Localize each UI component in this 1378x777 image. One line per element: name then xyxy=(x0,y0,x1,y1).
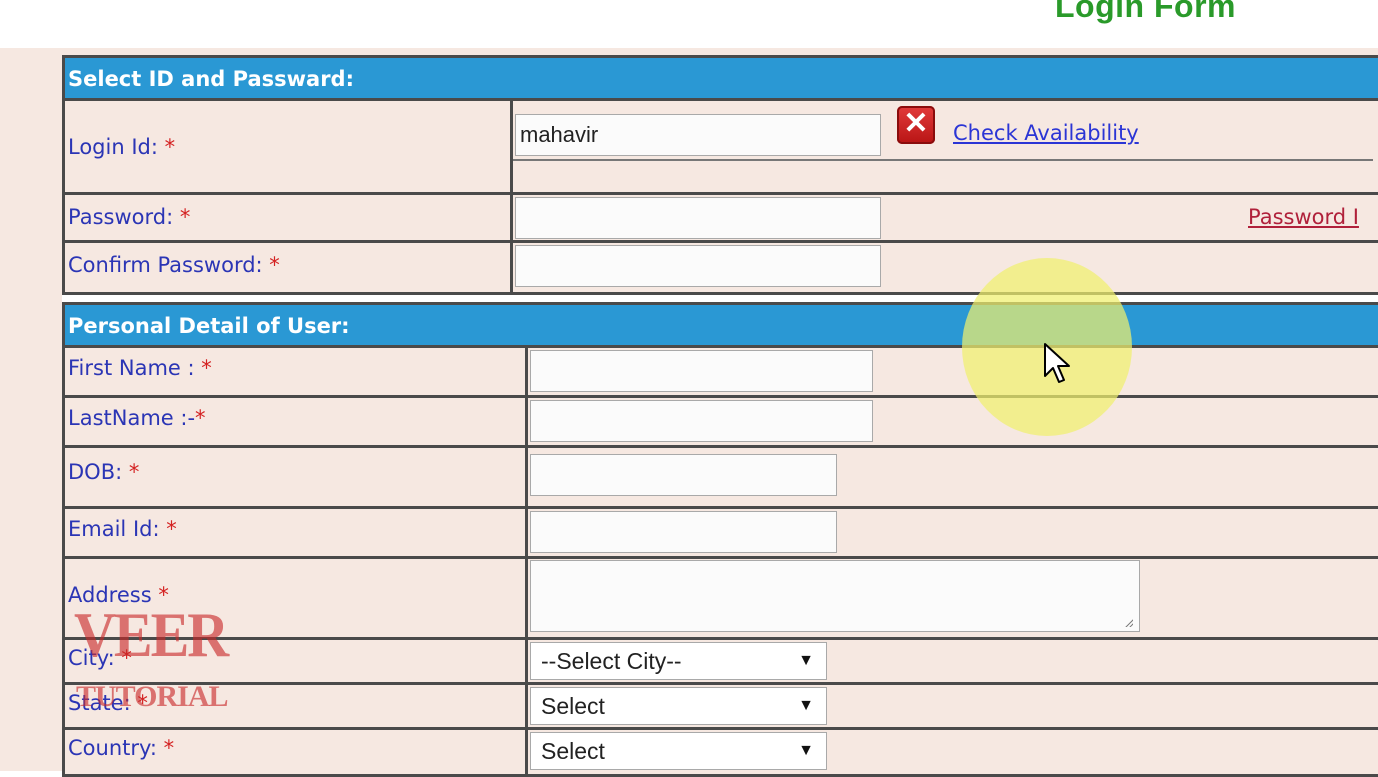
login-section-header: Select ID and Passward: xyxy=(65,58,1378,101)
first-name-input[interactable] xyxy=(530,350,873,392)
column-divider xyxy=(525,509,528,556)
personal-detail-section: Personal Detail of User: First Name : * … xyxy=(62,302,1378,777)
dob-label: DOB: * xyxy=(68,460,140,484)
login-id-input[interactable] xyxy=(515,114,881,156)
last-name-label: LastName :-* xyxy=(68,406,206,430)
email-row: Email Id: * xyxy=(65,509,1378,559)
triangle-down-icon: ▼ xyxy=(798,697,814,714)
check-availability-link[interactable]: Check Availability xyxy=(953,121,1139,145)
city-select[interactable]: --Select City-- ▼ xyxy=(530,642,827,680)
inner-divider xyxy=(513,159,1373,161)
state-select[interactable]: Select ▼ xyxy=(530,687,827,725)
password-row: Password: * Password I xyxy=(65,195,1378,243)
column-divider xyxy=(510,243,513,295)
address-row: Address * xyxy=(65,559,1378,640)
first-name-label: First Name : * xyxy=(68,356,212,380)
column-divider xyxy=(525,685,528,727)
triangle-down-icon: ▼ xyxy=(798,742,814,759)
triangle-down-icon: ▼ xyxy=(798,652,814,669)
column-divider xyxy=(525,559,528,637)
login-id-row: Login Id: * ✕ Check Availability xyxy=(65,101,1378,195)
first-name-row: First Name : * xyxy=(65,348,1378,398)
city-select-value: --Select City-- xyxy=(541,648,682,674)
column-divider xyxy=(525,730,528,777)
page-left-margin xyxy=(0,48,62,771)
state-row: State: * Select ▼ xyxy=(65,685,1378,730)
last-name-input[interactable] xyxy=(530,400,873,442)
confirm-password-label: Confirm Password: * xyxy=(68,253,280,277)
address-textarea[interactable] xyxy=(530,560,1140,632)
dob-input[interactable] xyxy=(530,454,837,496)
confirm-password-row: Confirm Password: * xyxy=(65,243,1378,295)
password-strength-link[interactable]: Password I xyxy=(1248,205,1359,229)
column-divider xyxy=(525,398,528,445)
country-select[interactable]: Select ▼ xyxy=(530,732,827,770)
cursor-arrow-icon xyxy=(1044,343,1070,383)
password-label: Password: * xyxy=(68,205,191,229)
country-row: Country: * Select ▼ xyxy=(65,730,1378,777)
column-divider xyxy=(510,195,513,240)
watermark-logo-top: VEER xyxy=(74,598,229,671)
watermark-logo-bottom: TUTORIAL xyxy=(76,680,228,713)
resize-handle-icon[interactable] xyxy=(1123,617,1133,627)
login-id-label: Login Id: * xyxy=(68,135,176,159)
page-title: Login Form xyxy=(1055,0,1236,24)
email-label: Email Id: * xyxy=(68,517,177,541)
column-divider xyxy=(525,448,528,506)
confirm-password-input[interactable] xyxy=(515,245,881,287)
login-section: Select ID and Passward: Login Id: * ✕ Ch… xyxy=(62,55,1378,295)
last-name-row: LastName :-* xyxy=(65,398,1378,448)
personal-section-header: Personal Detail of User: xyxy=(65,305,1378,348)
column-divider xyxy=(525,348,528,395)
column-divider xyxy=(525,640,528,682)
country-label: Country: * xyxy=(68,736,175,760)
state-select-value: Select xyxy=(541,693,605,719)
email-input[interactable] xyxy=(530,511,837,553)
password-input[interactable] xyxy=(515,197,881,239)
dob-row: DOB: * xyxy=(65,448,1378,509)
country-select-value: Select xyxy=(541,738,605,764)
remove-icon: ✕ xyxy=(897,106,935,144)
city-row: City: * --Select City-- ▼ xyxy=(65,640,1378,685)
column-divider xyxy=(510,101,513,192)
